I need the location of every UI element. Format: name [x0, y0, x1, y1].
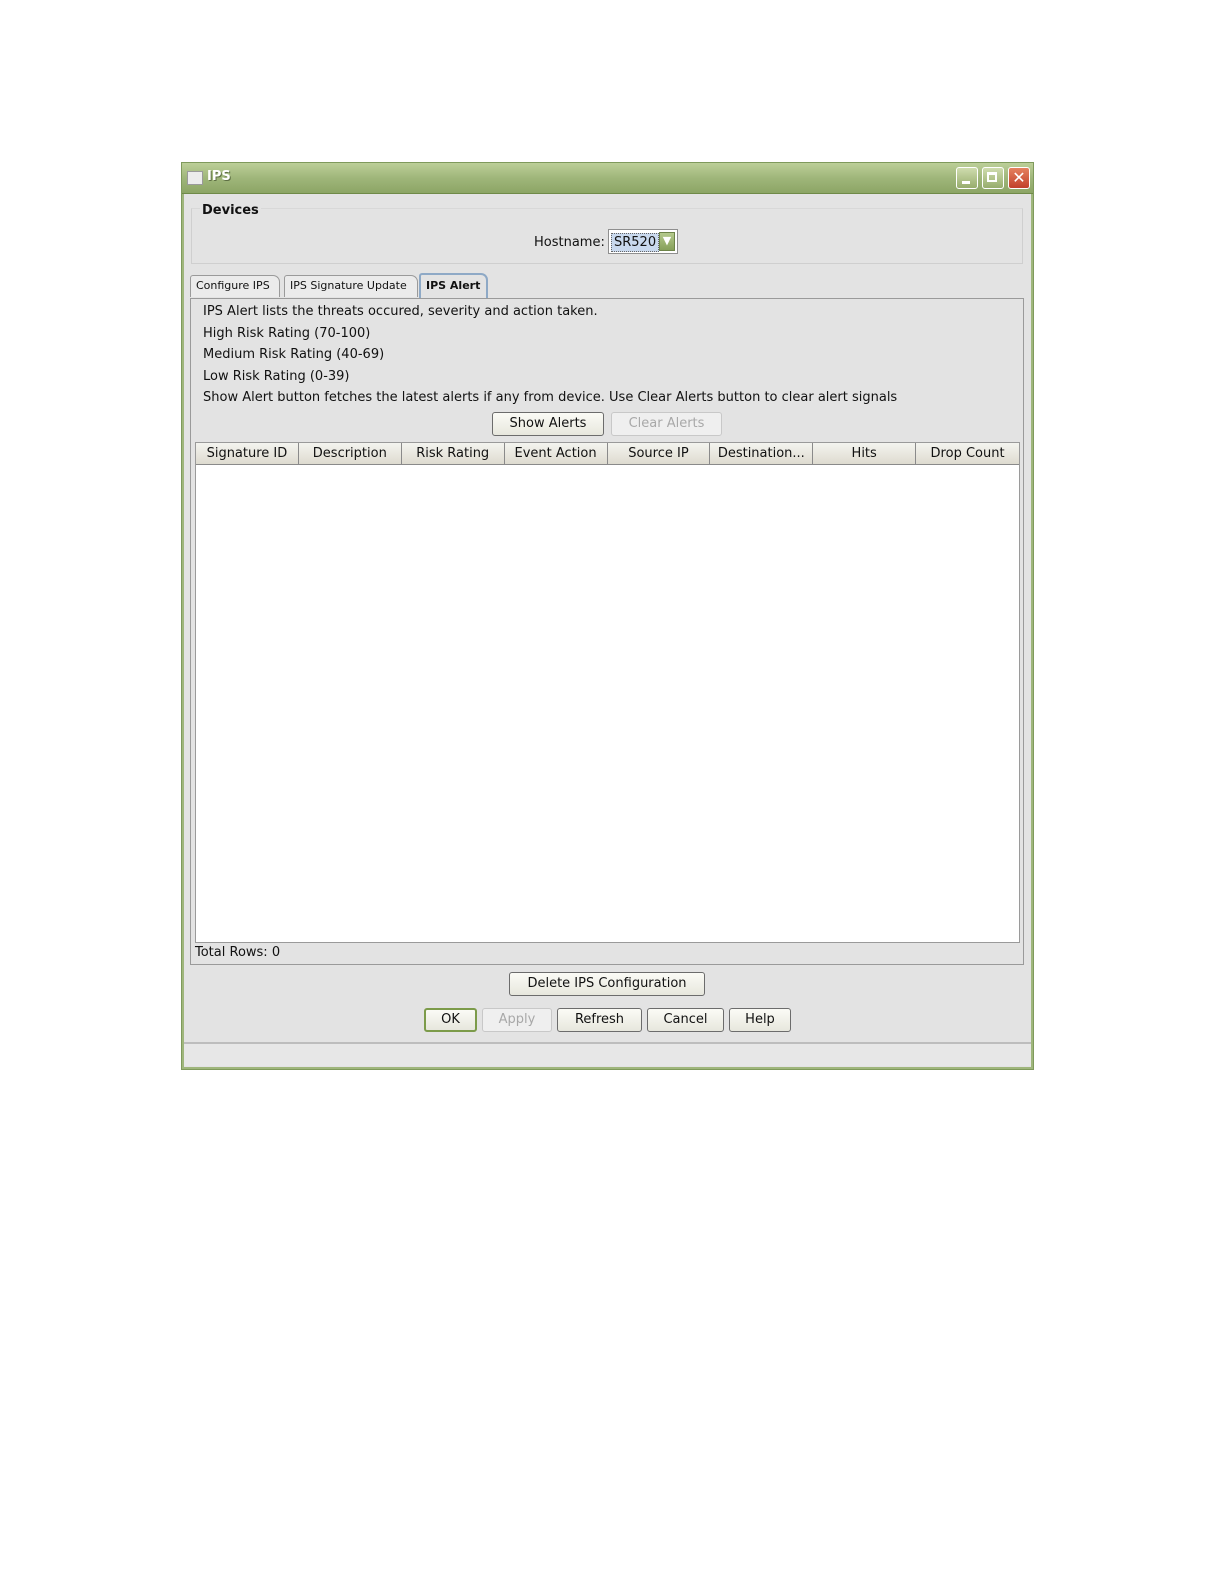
- window-icon: [187, 171, 203, 185]
- tab-ips-signature-update[interactable]: IPS Signature Update: [284, 275, 418, 297]
- column-header-destination[interactable]: Destination...: [710, 443, 814, 465]
- minimize-button[interactable]: [956, 167, 978, 189]
- close-icon: ✕: [1012, 168, 1026, 187]
- cancel-button[interactable]: Cancel: [647, 1008, 724, 1032]
- alerts-table: Signature ID Description Risk Rating Eve…: [195, 442, 1020, 943]
- status-bar: [184, 1042, 1031, 1066]
- hostname-value: SR520: [611, 233, 660, 252]
- show-alerts-button[interactable]: Show Alerts: [492, 412, 604, 436]
- devices-legend: Devices: [200, 203, 261, 218]
- info-text-medium-risk: Medium Risk Rating (40-69): [203, 347, 385, 362]
- column-header-source-ip[interactable]: Source IP: [607, 443, 711, 465]
- maximize-button[interactable]: [982, 167, 1004, 189]
- total-rows-label: Total Rows: 0: [195, 945, 281, 960]
- hostname-select[interactable]: SR520 ▼: [608, 229, 678, 254]
- refresh-button[interactable]: Refresh: [557, 1008, 642, 1032]
- tab-configure-ips[interactable]: Configure IPS: [190, 275, 280, 297]
- info-text-buttons-help: Show Alert button fetches the latest ale…: [203, 390, 898, 405]
- tab-ips-alert[interactable]: IPS Alert: [419, 273, 488, 299]
- help-button[interactable]: Help: [729, 1008, 791, 1032]
- close-button[interactable]: ✕: [1008, 167, 1030, 189]
- info-text-high-risk: High Risk Rating (70-100): [203, 326, 371, 341]
- table-header: Signature ID Description Risk Rating Eve…: [196, 443, 1019, 465]
- devices-group: [191, 208, 1023, 264]
- ips-window: IPS ✕ Devices Hostname: SR520 ▼ Configur…: [181, 162, 1034, 1070]
- maximize-icon: [987, 172, 997, 182]
- info-text-description: IPS Alert lists the threats occured, sev…: [203, 304, 598, 319]
- ok-button[interactable]: OK: [424, 1008, 477, 1032]
- title-bar[interactable]: IPS ✕: [182, 163, 1033, 194]
- info-text-low-risk: Low Risk Rating (0-39): [203, 369, 350, 384]
- delete-ips-configuration-button[interactable]: Delete IPS Configuration: [509, 972, 705, 996]
- column-header-risk-rating[interactable]: Risk Rating: [401, 443, 505, 465]
- table-body[interactable]: [196, 465, 1019, 942]
- column-header-hits[interactable]: Hits: [813, 443, 917, 465]
- chevron-down-icon[interactable]: ▼: [659, 232, 675, 251]
- column-header-signature-id[interactable]: Signature ID: [196, 443, 299, 465]
- column-header-description[interactable]: Description: [298, 443, 402, 465]
- clear-alerts-button[interactable]: Clear Alerts: [611, 412, 722, 436]
- minimize-icon: [962, 181, 970, 184]
- column-header-event-action[interactable]: Event Action: [504, 443, 608, 465]
- hostname-label: Hostname:: [534, 235, 605, 250]
- window-title: IPS: [207, 169, 231, 184]
- apply-button[interactable]: Apply: [482, 1008, 552, 1032]
- ips-alert-panel: IPS Alert lists the threats occured, sev…: [190, 298, 1024, 965]
- column-header-drop-count[interactable]: Drop Count: [916, 443, 1019, 465]
